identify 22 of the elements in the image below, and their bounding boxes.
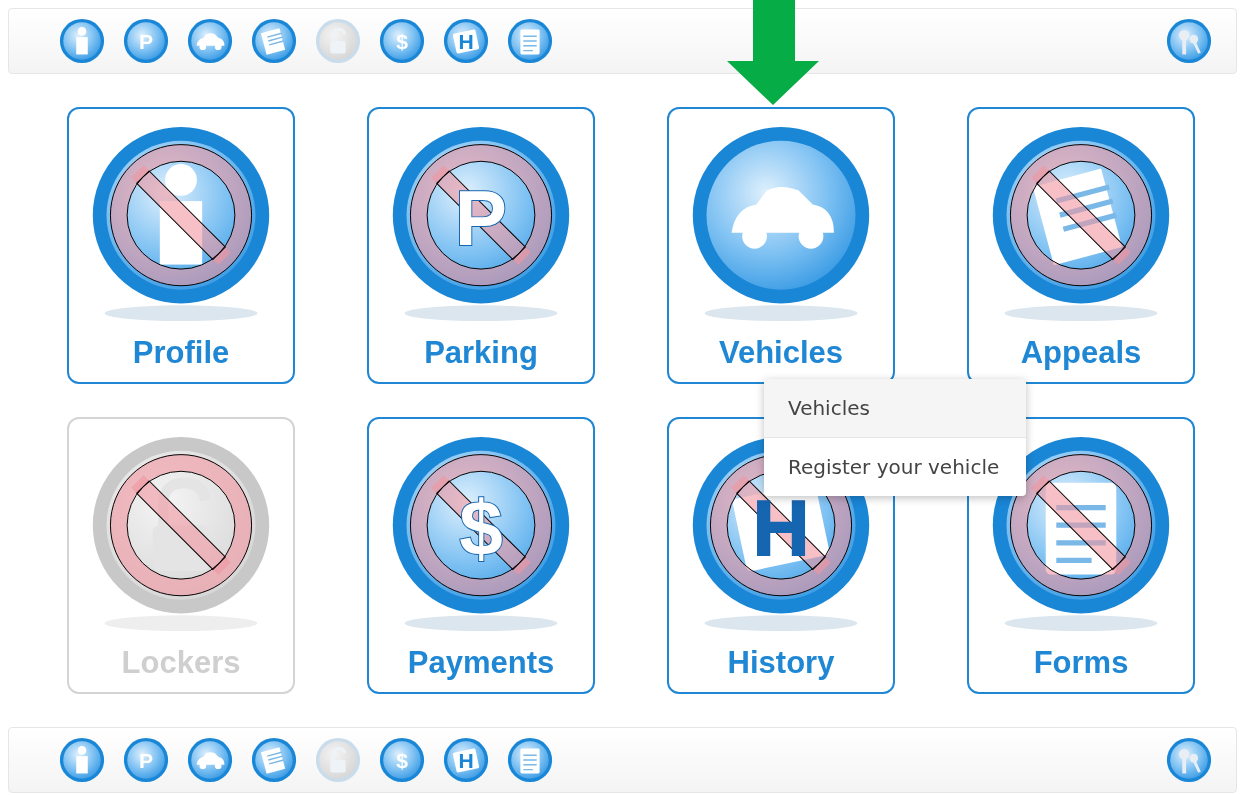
menu-item[interactable]: Vehicles [764,379,1026,438]
dollar-icon [392,437,570,614]
car-icon [692,127,870,304]
parking-icon [392,127,570,304]
person-icon[interactable] [58,736,106,784]
document-icon[interactable] [250,17,298,65]
book-icon[interactable]: H [442,736,490,784]
document-icon[interactable] [250,736,298,784]
keys-icon[interactable] [1165,17,1213,65]
padlock-icon [92,437,270,614]
book-icon[interactable]: H [442,17,490,65]
menu-tile[interactable]: Appeals [967,107,1195,384]
keys-icon[interactable] [1165,736,1213,784]
menu-tile[interactable]: Vehicles [667,107,895,384]
document-icon [992,127,1170,304]
person-icon [92,127,270,304]
car-icon[interactable] [186,17,234,65]
clipboard-icon[interactable] [506,17,554,65]
menu-tile[interactable]: Profile [67,107,295,384]
car-icon[interactable] [186,736,234,784]
person-icon[interactable] [58,17,106,65]
clipboard-icon[interactable] [506,736,554,784]
